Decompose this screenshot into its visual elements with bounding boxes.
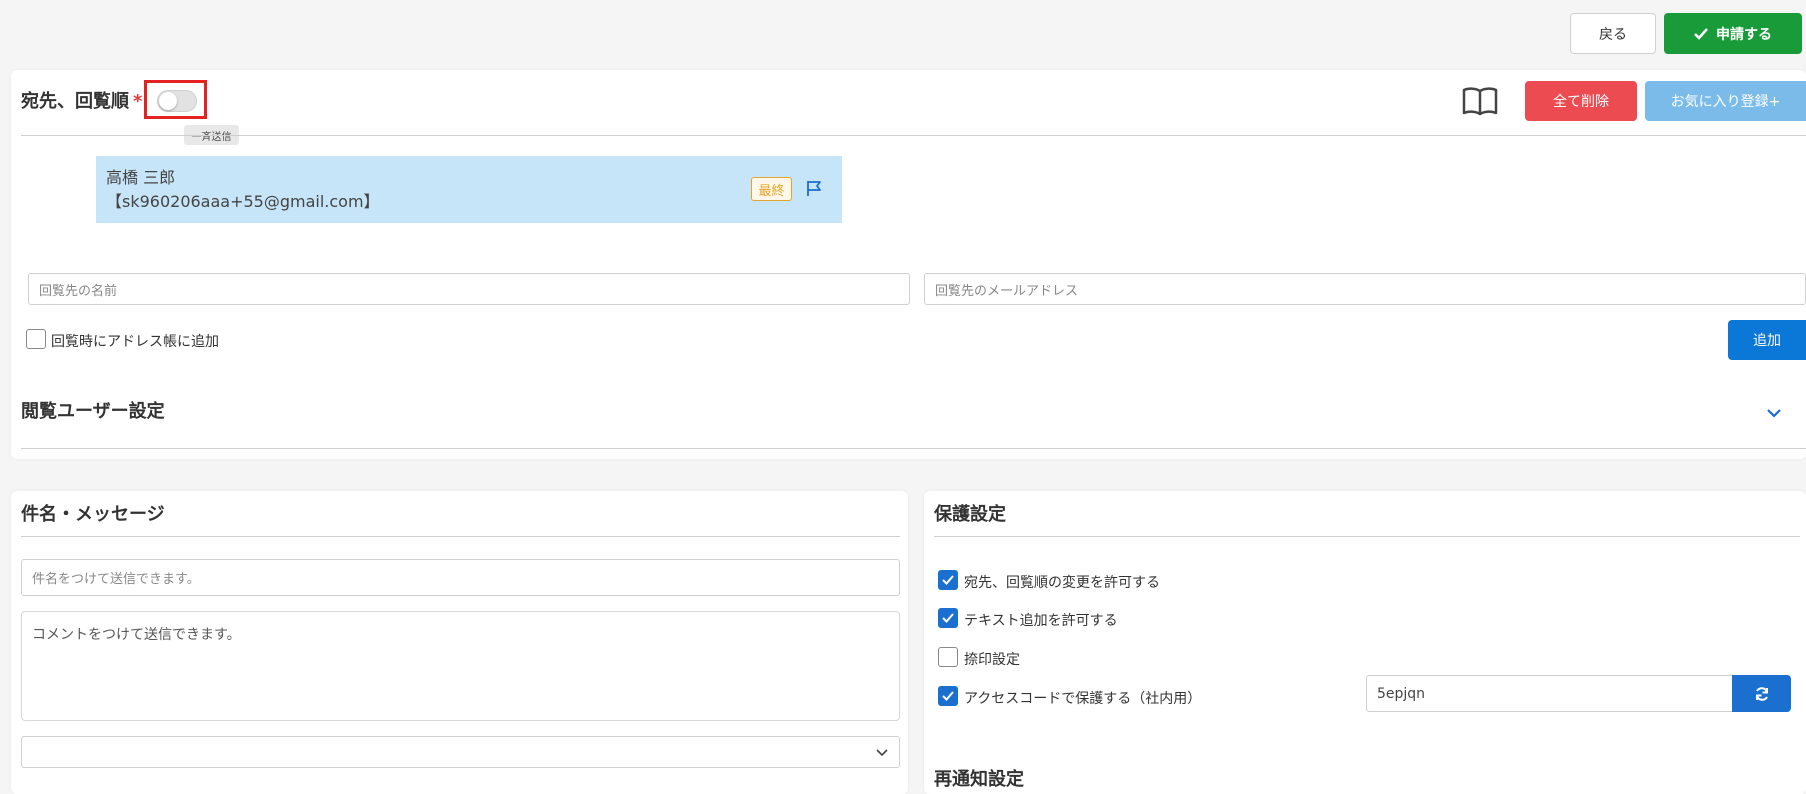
protection-option-label: 宛先、回覧順の変更を許可する	[964, 575, 1160, 591]
toggle-knob	[159, 92, 177, 110]
back-button[interactable]: 戻る	[1570, 13, 1656, 54]
favorite-register-button[interactable]: お気に入り登録+	[1645, 81, 1806, 121]
chevron-down-icon	[876, 749, 888, 757]
access-code-input[interactable]: 5epjqn	[1366, 675, 1733, 712]
protection-section-title: 保護設定	[934, 504, 1006, 525]
recipient-name-input[interactable]: 回覧先の名前	[28, 273, 910, 305]
template-select[interactable]	[21, 736, 900, 768]
refresh-icon	[1755, 686, 1768, 701]
check-icon	[942, 691, 954, 701]
access-code-checkbox[interactable]	[938, 686, 958, 706]
recipient-item[interactable]: 高橋 三郎 【sk960206aaa+55@gmail.com】	[96, 156, 842, 223]
apply-button[interactable]: 申請する	[1664, 13, 1802, 54]
final-badge: 最終	[751, 177, 792, 201]
allow-text-add-checkbox[interactable]	[938, 608, 958, 628]
divider	[21, 536, 900, 537]
divider	[934, 536, 1800, 537]
chevron-down-icon[interactable]	[1765, 404, 1783, 422]
book-icon[interactable]	[1462, 86, 1498, 116]
check-icon	[942, 575, 954, 585]
check-icon	[942, 613, 954, 623]
divider	[21, 448, 1806, 449]
renotify-section-title: 再通知設定	[934, 769, 1024, 790]
broadcast-toggle[interactable]	[157, 90, 197, 112]
recipients-card	[11, 70, 1806, 459]
addressbook-checkbox-label: 回覧時にアドレス帳に追加	[51, 334, 219, 350]
recipient-email-input[interactable]: 回覧先のメールアドレス	[924, 273, 1806, 305]
add-recipient-button[interactable]: 追加	[1728, 320, 1806, 360]
viewer-settings-title[interactable]: 閲覧ユーザー設定	[21, 397, 165, 423]
delete-all-button[interactable]: 全て削除	[1525, 81, 1637, 121]
comment-textarea[interactable]: コメントをつけて送信できます。	[21, 611, 900, 721]
allow-route-change-checkbox[interactable]	[938, 570, 958, 590]
required-mark: *	[133, 91, 143, 112]
check-icon	[1694, 27, 1708, 40]
protection-option-label: アクセスコードで保護する（社内用）	[964, 691, 1202, 707]
recipient-email: 【sk960206aaa+55@gmail.com】	[106, 192, 380, 211]
flag-icon[interactable]	[805, 179, 823, 197]
stamp-settings-checkbox[interactable]	[938, 647, 958, 667]
recipients-section-title: 宛先、回覧順 *	[21, 87, 142, 113]
subject-input[interactable]: 件名をつけて送信できます。	[21, 559, 900, 596]
divider	[21, 135, 1806, 136]
recipient-name: 高橋 三郎	[106, 168, 176, 187]
protection-option-label: 捺印設定	[964, 652, 1020, 668]
recipients-title-text: 宛先、回覧順	[21, 91, 129, 112]
addressbook-checkbox[interactable]	[26, 329, 46, 349]
refresh-access-code-button[interactable]	[1732, 675, 1791, 712]
apply-button-label: 申請する	[1716, 26, 1772, 43]
subject-section-title: 件名・メッセージ	[21, 504, 165, 525]
protection-option-label: テキスト追加を許可する	[964, 613, 1118, 629]
